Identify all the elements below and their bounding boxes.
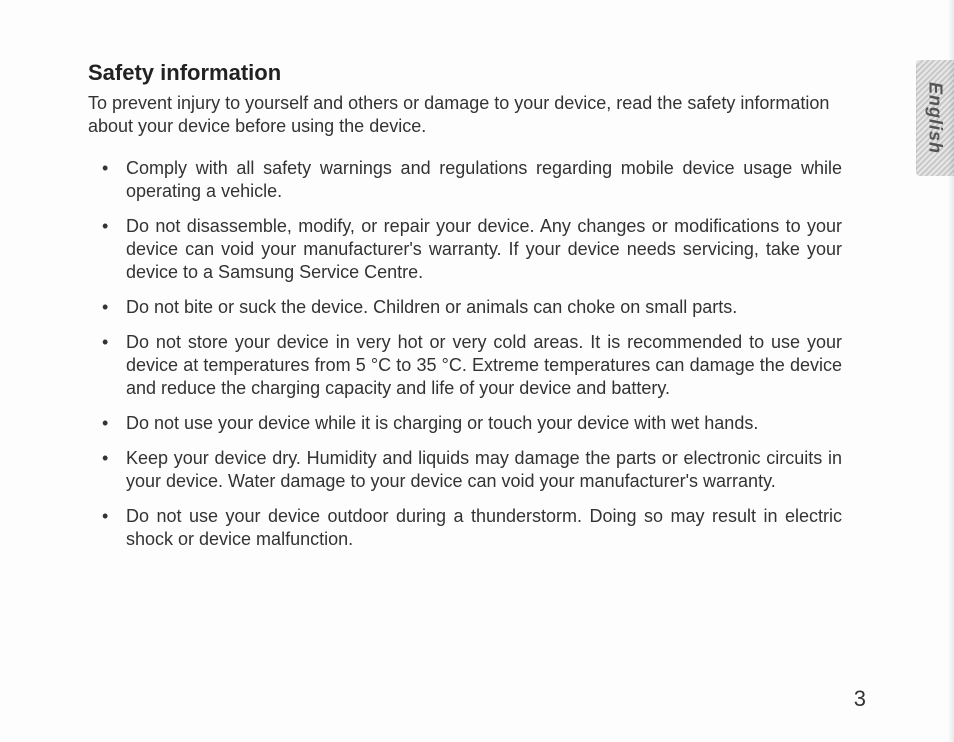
list-item: Comply with all safety warnings and regu… [88, 151, 842, 209]
language-label: English [925, 82, 946, 154]
list-item: Do not disassemble, modify, or repair yo… [88, 209, 842, 290]
list-item: Do not use your device outdoor during a … [88, 499, 842, 557]
list-item: Keep your device dry. Humidity and liqui… [88, 441, 842, 499]
list-item: Do not store your device in very hot or … [88, 325, 842, 406]
safety-bullet-list: Comply with all safety warnings and regu… [88, 151, 842, 557]
intro-paragraph: To prevent injury to yourself and others… [88, 92, 838, 139]
page-number: 3 [854, 686, 866, 712]
list-item: Do not use your device while it is charg… [88, 406, 842, 441]
section-heading: Safety information [88, 60, 866, 86]
list-item: Do not bite or suck the device. Children… [88, 290, 842, 325]
document-page: English Safety information To prevent in… [0, 0, 954, 742]
language-tab: English [916, 60, 954, 176]
